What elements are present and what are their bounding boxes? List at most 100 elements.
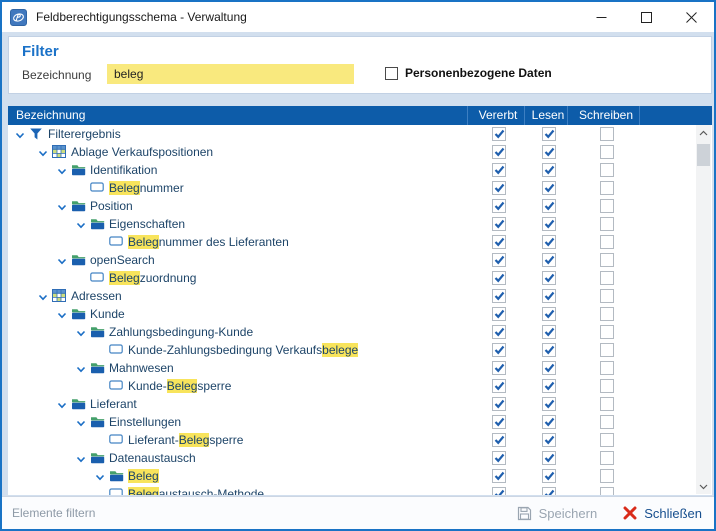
- lesen-checkbox[interactable]: [542, 235, 556, 249]
- tree-row[interactable]: Identifikation: [8, 161, 712, 179]
- chevron-down-icon[interactable]: [76, 417, 88, 427]
- chevron-down-icon[interactable]: [15, 129, 27, 139]
- lesen-checkbox[interactable]: [542, 199, 556, 213]
- schreiben-checkbox[interactable]: [600, 379, 614, 393]
- lesen-checkbox[interactable]: [542, 253, 556, 267]
- schreiben-checkbox[interactable]: [600, 217, 614, 231]
- vererbt-checkbox[interactable]: [492, 469, 506, 483]
- schreiben-checkbox[interactable]: [600, 325, 614, 339]
- schreiben-checkbox[interactable]: [600, 163, 614, 177]
- schreiben-checkbox[interactable]: [600, 487, 614, 495]
- chevron-down-icon[interactable]: [57, 201, 69, 211]
- close-button[interactable]: Schließen: [623, 506, 702, 521]
- column-header-vererbt[interactable]: Vererbt: [479, 108, 518, 122]
- chevron-down-icon[interactable]: [76, 453, 88, 463]
- chevron-down-icon[interactable]: [38, 291, 50, 301]
- tree-row[interactable]: Kunde-Zahlungsbedingung Verkaufsbelege: [8, 341, 712, 359]
- vererbt-checkbox[interactable]: [492, 235, 506, 249]
- chevron-down-icon[interactable]: [76, 219, 88, 229]
- schreiben-checkbox[interactable]: [600, 343, 614, 357]
- vererbt-checkbox[interactable]: [492, 271, 506, 285]
- tree-row[interactable]: Belegzuordnung: [8, 269, 712, 287]
- schreiben-checkbox[interactable]: [600, 451, 614, 465]
- scroll-up-icon[interactable]: [696, 125, 711, 140]
- schreiben-checkbox[interactable]: [600, 235, 614, 249]
- schreiben-checkbox[interactable]: [600, 145, 614, 159]
- tree-row[interactable]: Einstellungen: [8, 413, 712, 431]
- lesen-checkbox[interactable]: [542, 145, 556, 159]
- tree-row[interactable]: Beleg: [8, 467, 712, 485]
- lesen-checkbox[interactable]: [542, 289, 556, 303]
- personenbezogene-daten-checkbox[interactable]: [385, 67, 398, 80]
- chevron-down-icon[interactable]: [76, 327, 88, 337]
- vererbt-checkbox[interactable]: [492, 289, 506, 303]
- tree-row[interactable]: Datenaustausch: [8, 449, 712, 467]
- lesen-checkbox[interactable]: [542, 343, 556, 357]
- column-header-bezeichnung[interactable]: Bezeichnung: [16, 108, 85, 122]
- lesen-checkbox[interactable]: [542, 415, 556, 429]
- vererbt-checkbox[interactable]: [492, 379, 506, 393]
- schreiben-checkbox[interactable]: [600, 127, 614, 141]
- maximize-icon[interactable]: [624, 2, 669, 32]
- scrollbar-thumb[interactable]: [697, 144, 710, 166]
- schreiben-checkbox[interactable]: [600, 253, 614, 267]
- column-header-lesen[interactable]: Lesen: [532, 108, 565, 122]
- lesen-checkbox[interactable]: [542, 469, 556, 483]
- chevron-down-icon[interactable]: [57, 255, 69, 265]
- vererbt-checkbox[interactable]: [492, 451, 506, 465]
- lesen-checkbox[interactable]: [542, 271, 556, 285]
- vererbt-checkbox[interactable]: [492, 307, 506, 321]
- vererbt-checkbox[interactable]: [492, 397, 506, 411]
- tree-row[interactable]: Kunde-Belegsperre: [8, 377, 712, 395]
- schreiben-checkbox[interactable]: [600, 469, 614, 483]
- scroll-down-icon[interactable]: [696, 479, 711, 494]
- schreiben-checkbox[interactable]: [600, 289, 614, 303]
- vererbt-checkbox[interactable]: [492, 433, 506, 447]
- vererbt-checkbox[interactable]: [492, 325, 506, 339]
- schreiben-checkbox[interactable]: [600, 415, 614, 429]
- vererbt-checkbox[interactable]: [492, 181, 506, 195]
- vererbt-checkbox[interactable]: [492, 199, 506, 213]
- schreiben-checkbox[interactable]: [600, 433, 614, 447]
- vererbt-checkbox[interactable]: [492, 487, 506, 495]
- vererbt-checkbox[interactable]: [492, 145, 506, 159]
- vererbt-checkbox[interactable]: [492, 361, 506, 375]
- tree-row[interactable]: Belegnummer des Lieferanten: [8, 233, 712, 251]
- chevron-down-icon[interactable]: [57, 309, 69, 319]
- tree-row[interactable]: Belegaustausch-Methode: [8, 485, 712, 495]
- lesen-checkbox[interactable]: [542, 127, 556, 141]
- lesen-checkbox[interactable]: [542, 325, 556, 339]
- tree-row[interactable]: Mahnwesen: [8, 359, 712, 377]
- tree-row[interactable]: Position: [8, 197, 712, 215]
- vertical-scrollbar[interactable]: [696, 125, 711, 494]
- tree-row[interactable]: openSearch: [8, 251, 712, 269]
- schreiben-checkbox[interactable]: [600, 307, 614, 321]
- lesen-checkbox[interactable]: [542, 181, 556, 195]
- tree-row[interactable]: Eigenschaften: [8, 215, 712, 233]
- chevron-down-icon[interactable]: [76, 363, 88, 373]
- lesen-checkbox[interactable]: [542, 487, 556, 495]
- schreiben-checkbox[interactable]: [600, 271, 614, 285]
- tree-row[interactable]: Adressen: [8, 287, 712, 305]
- minimize-icon[interactable]: [579, 2, 624, 32]
- save-button[interactable]: Speichern: [517, 506, 598, 521]
- vererbt-checkbox[interactable]: [492, 253, 506, 267]
- lesen-checkbox[interactable]: [542, 361, 556, 375]
- lesen-checkbox[interactable]: [542, 307, 556, 321]
- vererbt-checkbox[interactable]: [492, 163, 506, 177]
- vererbt-checkbox[interactable]: [492, 127, 506, 141]
- chevron-down-icon[interactable]: [95, 471, 107, 481]
- bezeichnung-input[interactable]: [107, 64, 354, 84]
- close-icon[interactable]: [669, 2, 714, 32]
- tree-row[interactable]: Lieferant: [8, 395, 712, 413]
- vererbt-checkbox[interactable]: [492, 217, 506, 231]
- lesen-checkbox[interactable]: [542, 451, 556, 465]
- lesen-checkbox[interactable]: [542, 397, 556, 411]
- tree-row[interactable]: Lieferant-Belegsperre: [8, 431, 712, 449]
- lesen-checkbox[interactable]: [542, 433, 556, 447]
- lesen-checkbox[interactable]: [542, 379, 556, 393]
- column-header-schreiben[interactable]: Schreiben: [579, 108, 633, 122]
- chevron-down-icon[interactable]: [57, 399, 69, 409]
- tree-row[interactable]: Ablage Verkaufspositionen: [8, 143, 712, 161]
- chevron-down-icon[interactable]: [57, 165, 69, 175]
